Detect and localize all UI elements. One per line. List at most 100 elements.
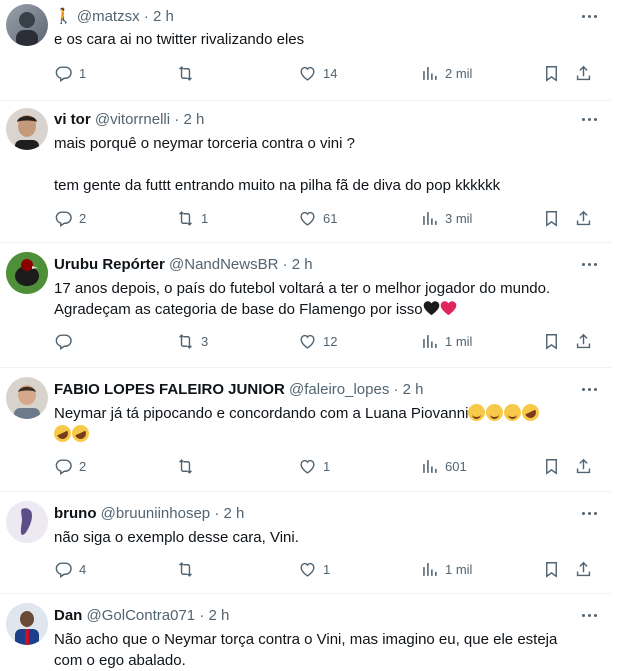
- views-button[interactable]: 1 mil: [420, 559, 472, 579]
- like-icon: [298, 560, 317, 579]
- tweet-matzsx[interactable]: 🚶 @matzsx · 2 h e os cara ai no twitter …: [0, 0, 612, 101]
- author-handle[interactable]: @matzsx: [77, 8, 140, 25]
- tweet-actions: 3 12 1 mil: [54, 331, 594, 351]
- views-icon: [420, 560, 439, 579]
- reply-count: 4: [79, 561, 87, 577]
- avatar[interactable]: [6, 377, 48, 419]
- tweet-text: mais porquê o neymar torceria contra o v…: [54, 135, 501, 194]
- reply-button[interactable]: 4: [54, 559, 86, 579]
- rolling-laughing-icon: [519, 401, 543, 424]
- share-button[interactable]: [574, 63, 593, 83]
- retweet-button[interactable]: 3: [176, 331, 208, 351]
- like-button[interactable]: 12: [298, 331, 337, 351]
- author-name[interactable]: Dan: [54, 607, 82, 624]
- retweet-icon: [176, 560, 195, 579]
- timestamp[interactable]: 2 h: [292, 256, 313, 273]
- reply-count: 2: [79, 458, 87, 474]
- retweet-icon: [176, 64, 195, 83]
- share-button[interactable]: [574, 456, 593, 476]
- bookmark-button[interactable]: [542, 331, 561, 351]
- timestamp[interactable]: 2 h: [208, 607, 229, 624]
- like-button[interactable]: 1: [298, 559, 330, 579]
- separator-dot: ·: [199, 607, 205, 624]
- views-button[interactable]: 1 mil: [420, 331, 472, 351]
- timestamp[interactable]: 2 h: [183, 111, 204, 128]
- share-button[interactable]: [574, 208, 593, 228]
- author-handle[interactable]: @GolContra071: [87, 607, 196, 624]
- tweet-actions: 2 1 61 3 mil: [54, 208, 594, 228]
- timestamp[interactable]: 2 h: [223, 505, 244, 522]
- more-icon[interactable]: [580, 255, 598, 273]
- tweet-faleiro-lopes[interactable]: FABIO LOPES FALEIRO JUNIOR @faleiro_lope…: [0, 367, 612, 492]
- bookmark-button[interactable]: [542, 63, 561, 83]
- retweet-button[interactable]: 1: [176, 208, 208, 228]
- timestamp[interactable]: 2 h: [153, 8, 174, 25]
- bookmark-icon: [542, 209, 561, 228]
- bookmark-button[interactable]: [542, 559, 561, 579]
- more-icon[interactable]: [580, 7, 598, 25]
- author-name[interactable]: bruno: [54, 505, 97, 522]
- more-icon[interactable]: [580, 380, 598, 398]
- avatar[interactable]: [6, 501, 48, 543]
- more-icon[interactable]: [580, 110, 598, 128]
- avatar[interactable]: [6, 108, 48, 150]
- like-button[interactable]: 14: [298, 63, 337, 83]
- like-count: 12: [323, 333, 338, 349]
- reply-button[interactable]: 2: [54, 456, 86, 476]
- bookmark-icon: [542, 457, 561, 476]
- share-button[interactable]: [574, 331, 593, 351]
- red-heart-icon: [440, 301, 456, 316]
- author-name[interactable]: Urubu Repórter: [54, 256, 165, 273]
- views-count: 1 mil: [445, 333, 473, 349]
- author-handle[interactable]: @bruuniinhosep: [101, 505, 210, 522]
- separator-dot: ·: [282, 256, 288, 273]
- views-icon: [420, 457, 439, 476]
- retweet-button[interactable]: [176, 456, 201, 476]
- share-button[interactable]: [574, 559, 593, 579]
- reply-button[interactable]: [54, 331, 79, 351]
- tweet-body: 17 anos depois, o país do futebol voltar…: [54, 278, 582, 320]
- avatar[interactable]: [6, 252, 48, 294]
- views-button[interactable]: 601: [420, 456, 467, 476]
- like-count: 61: [323, 210, 338, 226]
- bookmark-button[interactable]: [542, 208, 561, 228]
- reply-button[interactable]: 1: [54, 63, 86, 83]
- more-icon[interactable]: [580, 504, 598, 522]
- retweet-button[interactable]: [176, 63, 201, 83]
- relieved-face-icon: [468, 404, 486, 421]
- views-count: 2 mil: [445, 65, 473, 81]
- like-button[interactable]: 1: [298, 456, 330, 476]
- author-name[interactable]: vi tor: [54, 111, 91, 128]
- share-icon: [574, 457, 593, 476]
- views-button[interactable]: 3 mil: [420, 208, 472, 228]
- reply-icon: [54, 209, 73, 228]
- avatar[interactable]: [6, 4, 48, 46]
- share-icon: [574, 209, 593, 228]
- tweet-text: Neymar já tá pipocando e concordando com…: [54, 405, 469, 422]
- bookmark-button[interactable]: [542, 456, 561, 476]
- like-button[interactable]: 61: [298, 208, 337, 228]
- reply-button[interactable]: 2: [54, 208, 86, 228]
- author-handle[interactable]: @vitorrnelli: [95, 111, 170, 128]
- share-icon: [574, 332, 593, 351]
- author-handle[interactable]: @faleiro_lopes: [289, 381, 389, 398]
- views-button[interactable]: 2 mil: [420, 63, 472, 83]
- avatar[interactable]: [6, 603, 48, 645]
- author-name[interactable]: FABIO LOPES FALEIRO JUNIOR: [54, 381, 285, 398]
- tweet-golcontra071[interactable]: Dan @GolContra071 · 2 h Não acho que o N…: [0, 593, 612, 669]
- tweet-nandnewsbr[interactable]: Urubu Repórter @NandNewsBR · 2 h 17 anos…: [0, 242, 612, 368]
- retweet-button[interactable]: [176, 559, 201, 579]
- author-handle[interactable]: @NandNewsBR: [169, 256, 278, 273]
- tweet-vitorrnelli[interactable]: vi tor @vitorrnelli · 2 h mais porquê o …: [0, 100, 612, 243]
- views-icon: [420, 64, 439, 83]
- tweet-text: e os cara ai no twitter rivalizando eles: [54, 31, 305, 48]
- tweet-actions: 4 1 1 mil: [54, 559, 594, 579]
- reply-count: 2: [79, 210, 87, 226]
- tweet-actions: 1 14 2 mil: [54, 63, 594, 83]
- walking-person-icon: 🚶: [54, 8, 73, 25]
- more-icon[interactable]: [580, 606, 598, 624]
- tweet-bruuniinhosep[interactable]: bruno @bruuniinhosep · 2 h não siga o ex…: [0, 491, 612, 594]
- like-icon: [298, 64, 317, 83]
- timestamp[interactable]: 2 h: [403, 381, 424, 398]
- separator-dot: ·: [143, 8, 149, 25]
